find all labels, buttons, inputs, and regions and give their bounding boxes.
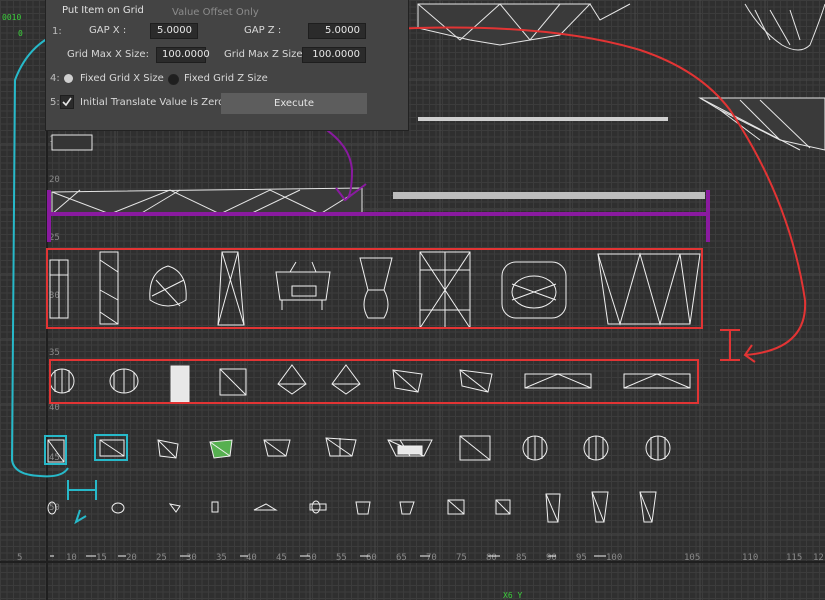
bottom-ruler-label: 95 [576, 553, 587, 563]
fixed-grid-x-label: Fixed Grid X Size [80, 73, 164, 84]
bottom-ruler-label: 25 [156, 553, 167, 563]
bottom-ruler-label: 110 [742, 553, 758, 563]
bottom-ruler-label: 65 [396, 553, 407, 563]
left-ruler-label: 20 [49, 175, 60, 185]
bottom-ruler-label: 15 [96, 553, 107, 563]
bottom-ruler-label: 70 [426, 553, 437, 563]
row-index: 1: [52, 26, 62, 37]
initial-translate-label: Initial Translate Value is Zero [80, 97, 225, 108]
bottom-ruler-label: 35 [216, 553, 227, 563]
prop-row-4[interactable] [47, 491, 657, 523]
initial-translate-checkbox[interactable] [60, 95, 74, 109]
put-item-on-grid-panel: Put Item on Grid Value Offset Only 1: GA… [46, 0, 408, 130]
left-ruler-label: 35 [49, 348, 60, 358]
bottom-ruler-label: 50 [306, 553, 317, 563]
gap-z-marker [720, 329, 740, 361]
gap-z-field[interactable]: 5.0000 [308, 23, 366, 39]
bottom-ruler: 5 10 15 20 25 30 35 40 45 50 55 60 65 70… [17, 553, 824, 600]
fixed-grid-z-radio[interactable] [168, 74, 179, 85]
bottom-ruler-label: 105 [684, 553, 700, 563]
fixed-grid-x-radio[interactable] [64, 74, 73, 83]
panel-title: Put Item on Grid [62, 5, 144, 16]
grid-max-z-field[interactable]: 100.0000 [302, 47, 366, 63]
gap-x-field[interactable]: 5.0000 [150, 23, 198, 39]
bottom-ruler-label: 40 [246, 553, 257, 563]
grid-max-x-label: Grid Max X Size: [67, 49, 149, 60]
left-ruler-label: 50 [49, 503, 60, 513]
bottom-ruler-label: 75 [456, 553, 467, 563]
row-index: 5: [50, 97, 60, 108]
bottom-ruler-label: 55 [336, 553, 347, 563]
bottom-ruler-label: 10 [66, 553, 77, 563]
left-ruler-label: 0010 [2, 13, 21, 22]
bottom-ruler-label: 20 [126, 553, 137, 563]
bottom-ruler-label: 115 [786, 553, 802, 563]
bottom-ruler-label: 60 [366, 553, 377, 563]
grid-max-z-label: Grid Max Z Size: [224, 49, 306, 60]
bottom-ruler-label: 85 [516, 553, 527, 563]
bottom-ruler-label: 12 [813, 553, 824, 563]
execute-button[interactable]: Execute [221, 93, 367, 114]
gap-x-label: GAP X : [89, 25, 127, 36]
fixed-grid-z-label: Fixed Grid Z Size [184, 73, 268, 84]
left-ruler-label: 30 [49, 291, 60, 301]
left-ruler-label: 0 [18, 29, 23, 38]
gap-z-label: GAP Z : [244, 25, 282, 36]
gap-x-marker [67, 480, 97, 525]
left-ruler-label: 40 [49, 403, 60, 413]
bottom-ruler-label: 30 [186, 553, 197, 563]
bottom-ruler-label: 5 [17, 553, 22, 563]
checkmark-icon [62, 97, 72, 107]
axis-indicator-label: X6 Y [503, 591, 522, 600]
prop-row-2[interactable] [49, 364, 691, 403]
prop-row-3[interactable] [47, 435, 671, 463]
bottom-ruler-label: 100 [606, 553, 622, 563]
row-index: 4: [50, 73, 60, 84]
grid-max-x-field[interactable]: 100.0000 [156, 47, 210, 63]
bottom-ruler-label: 80 [486, 553, 497, 563]
row-highlight-box [49, 359, 699, 404]
bottom-ruler-label: 45 [276, 553, 287, 563]
value-offset-only-option[interactable]: Value Offset Only [172, 7, 259, 18]
bottom-ruler-label: 90 [546, 553, 557, 563]
